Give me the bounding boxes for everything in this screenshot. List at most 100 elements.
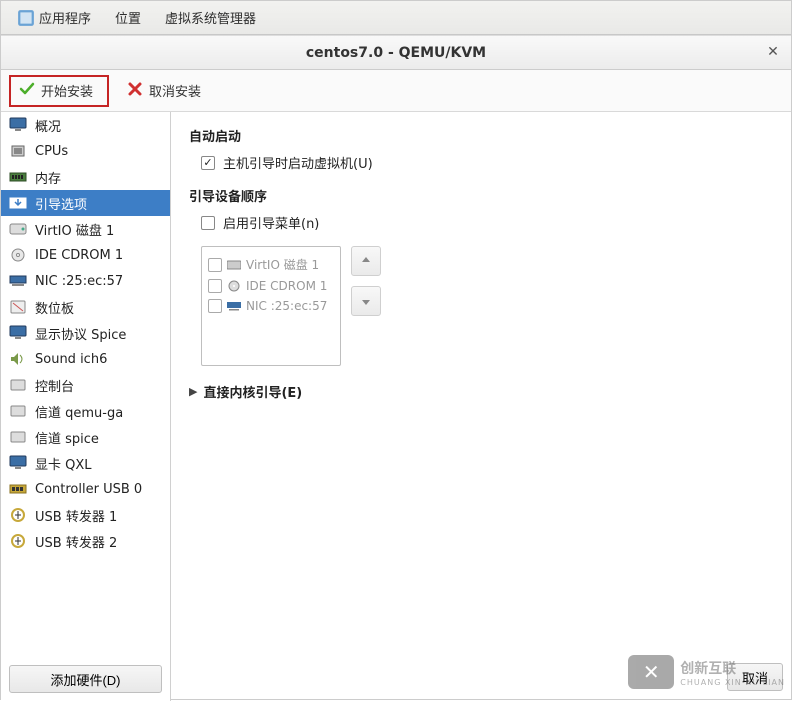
sound-icon bbox=[9, 351, 27, 367]
display-icon bbox=[9, 325, 27, 341]
sidebar-item-label: IDE CDROM 1 bbox=[35, 248, 123, 263]
sidebar-item-label: VirtIO 磁盘 1 bbox=[35, 220, 114, 239]
vm-details-window: centos7.0 - QEMU/KVM ✕ 开始安装 取消安装 概况 bbox=[1, 35, 791, 701]
hardware-sidebar: 概况 CPUs 内存 引导选项 VirtIO 磁盘 1 bbox=[1, 112, 171, 701]
hardware-list[interactable]: 概况 CPUs 内存 引导选项 VirtIO 磁盘 1 bbox=[1, 112, 170, 657]
sidebar-item-label: 信道 qemu-ga bbox=[35, 402, 123, 421]
boot-order-controls bbox=[351, 246, 381, 366]
autostart-title: 自动启动 bbox=[189, 126, 773, 145]
cross-icon bbox=[127, 81, 143, 101]
start-install-label: 开始安装 bbox=[41, 81, 93, 100]
window-title: centos7.0 - QEMU/KVM bbox=[306, 45, 486, 61]
enable-boot-menu-checkbox[interactable] bbox=[201, 216, 215, 230]
sidebar-item-virtio-disk[interactable]: VirtIO 磁盘 1 bbox=[1, 216, 170, 242]
sidebar-item-label: 概况 bbox=[35, 116, 61, 135]
tablet-icon bbox=[9, 299, 27, 315]
memory-icon bbox=[9, 169, 27, 185]
direct-kernel-title: 直接内核引导(E) bbox=[203, 382, 302, 401]
autostart-row: 主机引导时启动虚拟机(U) bbox=[201, 153, 773, 172]
boot-icon bbox=[9, 195, 27, 211]
sidebar-item-label: Sound ich6 bbox=[35, 352, 107, 367]
disk-icon bbox=[227, 259, 241, 271]
sidebar-item-label: NIC :25:ec:57 bbox=[35, 274, 123, 289]
cdrom-icon bbox=[9, 247, 27, 263]
boot-dev-label: VirtIO 磁盘 1 bbox=[246, 256, 319, 273]
disclosure-arrow-icon: ▶ bbox=[189, 385, 197, 398]
sidebar-item-label: 显卡 QXL bbox=[35, 454, 92, 473]
boot-dev-label: NIC :25:ec:57 bbox=[246, 299, 327, 313]
sidebar-item-usb-redir-2[interactable]: USB 转发器 2 bbox=[1, 528, 170, 554]
usb-icon bbox=[9, 533, 27, 549]
sidebar-item-controller-usb[interactable]: Controller USB 0 bbox=[1, 476, 170, 502]
content-area: 概况 CPUs 内存 引导选项 VirtIO 磁盘 1 bbox=[1, 112, 791, 701]
sidebar-item-video-qxl[interactable]: 显卡 QXL bbox=[1, 450, 170, 476]
boot-device-row[interactable]: VirtIO 磁盘 1 bbox=[206, 253, 336, 276]
boot-device-list[interactable]: VirtIO 磁盘 1 IDE CDROM 1 NIC :25:ec:57 bbox=[201, 246, 341, 366]
toolbar: 开始安装 取消安装 bbox=[1, 70, 791, 112]
sidebar-item-label: 控制台 bbox=[35, 376, 74, 395]
sidebar-item-console[interactable]: 控制台 bbox=[1, 372, 170, 398]
sidebar-item-label: USB 转发器 1 bbox=[35, 506, 117, 525]
boot-dev-label: IDE CDROM 1 bbox=[246, 279, 327, 293]
sidebar-item-boot-options[interactable]: 引导选项 bbox=[1, 190, 170, 216]
direct-kernel-disclosure[interactable]: ▶ 直接内核引导(E) bbox=[189, 382, 773, 401]
sidebar-item-overview[interactable]: 概况 bbox=[1, 112, 170, 138]
sidebar-item-label: 引导选项 bbox=[35, 194, 87, 213]
boot-dev-checkbox[interactable] bbox=[208, 299, 222, 313]
sidebar-item-channel-qemu-ga[interactable]: 信道 qemu-ga bbox=[1, 398, 170, 424]
usb-ctrl-icon bbox=[9, 481, 27, 497]
cpu-icon bbox=[9, 143, 27, 159]
titlebar: centos7.0 - QEMU/KVM ✕ bbox=[1, 36, 791, 70]
add-hardware-wrap: 添加硬件(D) bbox=[1, 657, 170, 701]
enable-boot-menu-label: 启用引导菜单(n) bbox=[223, 213, 319, 232]
sidebar-item-memory[interactable]: 内存 bbox=[1, 164, 170, 190]
menu-applications[interactable]: 应用程序 bbox=[7, 2, 101, 33]
close-icon[interactable]: ✕ bbox=[765, 44, 781, 60]
boot-move-up-button[interactable] bbox=[351, 246, 381, 276]
usb-icon bbox=[9, 507, 27, 523]
menu-applications-label: 应用程序 bbox=[39, 8, 91, 27]
enable-boot-menu-row: 启用引导菜单(n) bbox=[201, 213, 773, 232]
nic-icon bbox=[227, 300, 241, 312]
sidebar-item-nic[interactable]: NIC :25:ec:57 bbox=[1, 268, 170, 294]
sidebar-item-channel-spice[interactable]: 信道 spice bbox=[1, 424, 170, 450]
menu-vmm[interactable]: 虚拟系统管理器 bbox=[155, 2, 266, 33]
menu-location[interactable]: 位置 bbox=[105, 2, 151, 33]
cancel-button[interactable]: 取消 bbox=[727, 663, 783, 691]
sidebar-item-label: USB 转发器 2 bbox=[35, 532, 117, 551]
nic-icon bbox=[9, 273, 27, 289]
sidebar-item-tablet[interactable]: 数位板 bbox=[1, 294, 170, 320]
boot-order-area: VirtIO 磁盘 1 IDE CDROM 1 NIC :25:ec:57 bbox=[201, 246, 773, 366]
boot-move-down-button[interactable] bbox=[351, 286, 381, 316]
channel-icon bbox=[9, 403, 27, 419]
monitor-icon bbox=[9, 117, 27, 133]
sidebar-item-ide-cdrom[interactable]: IDE CDROM 1 bbox=[1, 242, 170, 268]
system-menubar: 应用程序 位置 虚拟系统管理器 bbox=[1, 1, 791, 35]
boot-dev-checkbox[interactable] bbox=[208, 258, 222, 272]
autostart-label: 主机引导时启动虚拟机(U) bbox=[223, 153, 373, 172]
apps-icon bbox=[17, 9, 35, 27]
cancel-install-button[interactable]: 取消安装 bbox=[117, 77, 211, 105]
video-icon bbox=[9, 455, 27, 471]
disk-icon bbox=[9, 221, 27, 237]
sidebar-item-display-spice[interactable]: 显示协议 Spice bbox=[1, 320, 170, 346]
boot-options-panel: 自动启动 主机引导时启动虚拟机(U) 引导设备顺序 启用引导菜单(n) Virt… bbox=[171, 112, 791, 701]
console-icon bbox=[9, 377, 27, 393]
sidebar-item-cpus[interactable]: CPUs bbox=[1, 138, 170, 164]
boot-order-title: 引导设备顺序 bbox=[189, 186, 773, 205]
cancel-install-label: 取消安装 bbox=[149, 81, 201, 100]
sidebar-item-sound[interactable]: Sound ich6 bbox=[1, 346, 170, 372]
check-icon bbox=[19, 81, 35, 101]
add-hardware-button[interactable]: 添加硬件(D) bbox=[9, 665, 162, 693]
autostart-checkbox[interactable] bbox=[201, 156, 215, 170]
sidebar-item-label: 信道 spice bbox=[35, 428, 99, 447]
sidebar-item-label: 内存 bbox=[35, 168, 61, 187]
start-install-button[interactable]: 开始安装 bbox=[9, 75, 109, 107]
sidebar-item-label: 显示协议 Spice bbox=[35, 324, 126, 343]
boot-device-row[interactable]: IDE CDROM 1 bbox=[206, 276, 336, 296]
channel-icon bbox=[9, 429, 27, 445]
boot-dev-checkbox[interactable] bbox=[208, 279, 222, 293]
sidebar-item-usb-redir-1[interactable]: USB 转发器 1 bbox=[1, 502, 170, 528]
sidebar-item-label: CPUs bbox=[35, 144, 68, 159]
boot-device-row[interactable]: NIC :25:ec:57 bbox=[206, 296, 336, 316]
